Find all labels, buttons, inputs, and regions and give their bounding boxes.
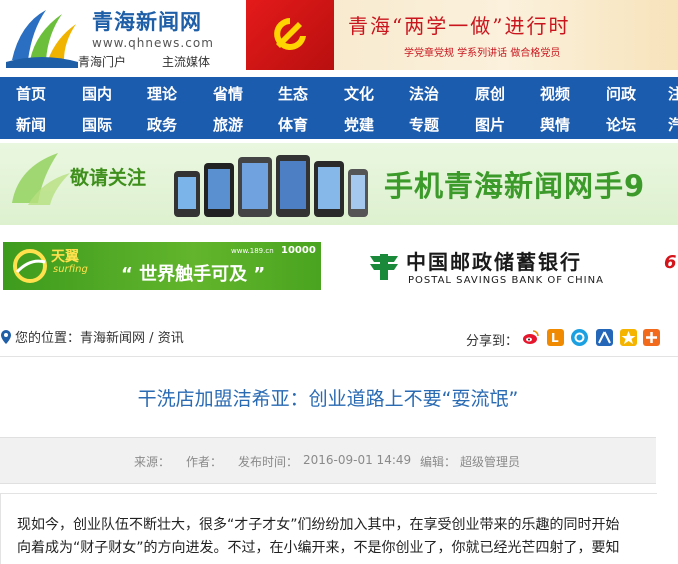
breadcrumb-separator: /: [145, 331, 158, 346]
leaf-decoration-icon: [12, 153, 70, 205]
svg-text:L: L: [551, 331, 559, 345]
nav-item-government[interactable]: 政务: [147, 114, 177, 135]
nav-item-inquiry[interactable]: 问政: [606, 83, 636, 104]
postal-bank-name-en: POSTAL SAVINGS BANK OF CHINA: [408, 275, 604, 286]
qzone-share-icon[interactable]: [571, 329, 588, 346]
article-title: 干洗店加盟洁希亚：创业道路上不要“耍流氓”: [137, 388, 519, 410]
nav-item-video[interactable]: 视频: [540, 83, 570, 104]
nav-item-more-2[interactable]: 汽: [668, 114, 678, 135]
nav-item-forum[interactable]: 论坛: [606, 114, 636, 135]
author-label: 作者：: [186, 455, 223, 469]
editor-value: 超级管理员: [460, 455, 521, 469]
main-nav: 首页 国内 理论 省情 生态 文化 法治 原创 视频 问政 注 新闻 国际 政务…: [0, 77, 678, 139]
nav-item-photos[interactable]: 图片: [475, 114, 505, 135]
more-share-icon[interactable]: [643, 329, 660, 346]
publish-time-label: 发布时间：: [238, 455, 299, 469]
nav-item-sports[interactable]: 体育: [278, 114, 308, 135]
telecom-brand: 天翼: [51, 249, 79, 265]
share-label: 分享到：: [466, 334, 519, 349]
postal-bank-name: 中国邮政储蓄银行: [406, 250, 582, 274]
site-logo-icon[interactable]: [6, 4, 78, 68]
breadcrumb: 您的位置：青海新闻网 / 资讯: [0, 327, 184, 346]
follow-text: 敬请关注: [70, 167, 147, 189]
nav-item-theory[interactable]: 理论: [147, 83, 177, 104]
nav-item-topics[interactable]: 专题: [409, 114, 439, 135]
favorite-share-icon[interactable]: [620, 329, 637, 346]
nav-item-ecology[interactable]: 生态: [278, 83, 308, 104]
article-paragraph-line-2: 向着成为“财子财女”的方向进发。不过，在小编开来，不是你创业了，你就已经光芒四射…: [17, 540, 620, 556]
telecom-slogan: “ 世界触手可及 ”: [121, 264, 266, 285]
editor-label: 编辑：: [420, 455, 457, 469]
nav-row-1: 首页 国内 理论 省情 生态 文化 法治 原创 视频 问政 注: [0, 77, 678, 108]
breadcrumb-section[interactable]: 资讯: [158, 331, 184, 346]
article-body: 现如今，创业队伍不断壮大，很多“才子才女”们纷纷加入其中，在享受创业带来的乐趣的…: [0, 493, 657, 564]
nav-item-news[interactable]: 新闻: [16, 114, 46, 135]
telecom-ad[interactable]: 天翼 surfing “ 世界触手可及 ” www.189.cn 10000: [3, 242, 321, 290]
telecom-number: 10000: [281, 245, 316, 256]
telecom-site: www.189.cn: [231, 247, 274, 255]
postal-bank-ad[interactable]: 中国邮政储蓄银行 POSTAL SAVINGS BANK OF CHINA 6: [332, 238, 678, 294]
telecom-surf: surfing: [53, 264, 88, 275]
party-emblem-icon: [274, 18, 306, 50]
campaign-subtitle: 学党章党规 学系列讲话 做合格党员: [404, 48, 561, 59]
nav-item-law[interactable]: 法治: [409, 83, 439, 104]
nav-row-2: 新闻 国际 政务 旅游 体育 党建 专题 图片 舆情 论坛 汽: [0, 108, 678, 139]
site-url: www.qhnews.com: [92, 36, 214, 50]
nav-item-home[interactable]: 首页: [16, 83, 46, 104]
nav-item-travel[interactable]: 旅游: [213, 114, 243, 135]
postal-bank-logo-icon: [370, 254, 398, 280]
mobile-banner-title: 手机青海新闻网手9: [384, 169, 646, 203]
nav-item-international[interactable]: 国际: [82, 114, 112, 135]
tencent-share-icon[interactable]: L: [547, 329, 564, 346]
telecom-logo-icon: [13, 249, 47, 283]
ad-overflow-text: 6: [664, 252, 677, 273]
campaign-title: 青海“两学一做”进行时: [348, 14, 571, 38]
renren-share-icon[interactable]: [596, 329, 613, 346]
location-pin-icon: [1, 330, 11, 344]
divider: [0, 356, 678, 357]
nav-item-province[interactable]: 省情: [213, 83, 243, 104]
article-meta: 来源： 作者： 发布时间： 2016-09-01 14:49 编辑： 超级管理员: [0, 437, 656, 484]
article-paragraph-line-1: 现如今，创业队伍不断壮大，很多“才子才女”们纷纷加入其中，在享受创业带来的乐趣的…: [17, 517, 620, 533]
nav-item-domestic[interactable]: 国内: [82, 83, 112, 104]
nav-item-opinion[interactable]: 舆情: [540, 114, 570, 135]
phones-image-icon: [174, 155, 368, 217]
site-name[interactable]: 青海新闻网: [92, 6, 202, 36]
publish-time-value: 2016-09-01 14:49: [303, 453, 412, 467]
campaign-banner[interactable]: 青海“两学一做”进行时 学党章党规 学系列讲话 做合格党员: [246, 0, 678, 70]
site-tagline-portal: 青海门户: [78, 55, 127, 69]
weibo-share-icon[interactable]: [522, 329, 539, 346]
breadcrumb-label: 您的位置：: [15, 331, 81, 346]
breadcrumb-home[interactable]: 青海新闻网: [80, 331, 145, 346]
nav-item-culture[interactable]: 文化: [344, 83, 374, 104]
nav-item-more-1[interactable]: 注: [668, 83, 678, 104]
mobile-app-banner[interactable]: 敬请关注 手机青海新闻网手9: [0, 143, 678, 225]
nav-item-party[interactable]: 党建: [344, 114, 374, 135]
nav-item-original[interactable]: 原创: [475, 83, 505, 104]
source-label: 来源：: [134, 455, 171, 469]
site-tagline-media: 主流媒体: [162, 55, 211, 69]
